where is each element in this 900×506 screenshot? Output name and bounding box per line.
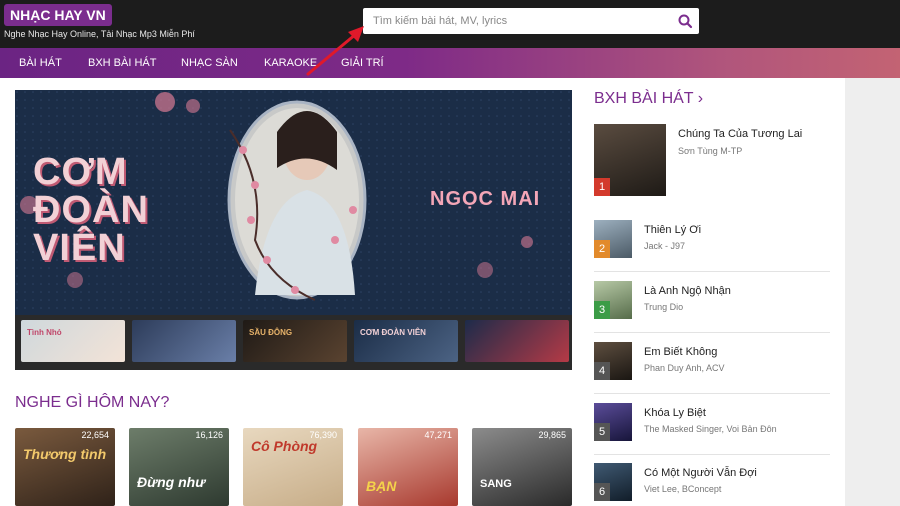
rank-badge: 5: [594, 423, 610, 441]
today-card-2[interactable]: 16,126 Đừng như: [129, 428, 229, 506]
play-count: 47,271: [424, 430, 452, 440]
banner-thumb-5[interactable]: [465, 320, 569, 362]
featured-banner[interactable]: CƠM ĐOÀN VIÊN NGỌC MAI: [15, 90, 572, 315]
banner-thumb-3[interactable]: SẦU ĐÔNG: [243, 320, 347, 362]
rank-badge: 6: [594, 483, 610, 501]
chart-item[interactable]: 4 Em Biết Không Phan Duy Anh, ACV: [594, 342, 830, 394]
main-content: CƠM ĐOÀN VIÊN NGỌC MAI Tình Nhỏ SẦU ĐÔNG…: [0, 78, 845, 506]
rank-badge: 4: [594, 362, 610, 380]
song-name[interactable]: Có Một Người Vẫn Đợi: [644, 467, 757, 479]
nav-item-bai-hat[interactable]: BÀI HÁT: [19, 48, 62, 78]
chart-item[interactable]: 6 Có Một Người Vẫn Đợi Viet Lee, BConcep…: [594, 463, 830, 506]
banner-thumbnail-strip: Tình Nhỏ SẦU ĐÔNG CƠM ĐOÀN VIÊN: [15, 315, 572, 370]
chart-item[interactable]: 1 Chúng Ta Của Tương Lai Sơn Tùng M-TP: [594, 124, 830, 204]
search-input[interactable]: [373, 12, 663, 30]
banner-title-line-2: ĐOÀN: [33, 189, 149, 231]
banner-thumb-1[interactable]: Tình Nhỏ: [21, 320, 125, 362]
song-thumbnail: 3: [594, 281, 632, 319]
today-card-5[interactable]: 29,865 SANG: [472, 428, 572, 506]
banner-thumb-4[interactable]: CƠM ĐOÀN VIÊN: [354, 320, 458, 362]
today-section-title[interactable]: NGHE GÌ HÔM NAY?: [15, 394, 169, 412]
banner-title-line-3: VIÊN: [33, 227, 126, 269]
song-artist[interactable]: Viet Lee, BConcept: [644, 484, 721, 494]
play-count: 22,654: [81, 430, 109, 440]
chart-item[interactable]: 3 Là Anh Ngộ Nhận Trung Dio: [594, 281, 830, 333]
song-artist[interactable]: The Masked Singer, Voi Bản Đôn: [644, 424, 777, 434]
song-name[interactable]: Thiên Lý Ơi: [644, 224, 701, 236]
today-card-3[interactable]: 76,390 Cô Phòng: [243, 428, 343, 506]
song-thumbnail: 4: [594, 342, 632, 380]
nav-item-bxh-bai-hat[interactable]: BXH BÀI HÁT: [88, 48, 156, 78]
song-thumbnail: 2: [594, 220, 632, 258]
song-name[interactable]: Khóa Ly Biệt: [644, 407, 706, 419]
chevron-right-icon: ›: [697, 90, 704, 107]
play-count: 16,126: [195, 430, 223, 440]
search-icon[interactable]: [677, 13, 693, 29]
rank-badge: 3: [594, 301, 610, 319]
site-tagline: Nghe Nhạc Hay Online, Tải Nhạc Mp3 Miễn …: [4, 29, 195, 39]
song-thumbnail: 6: [594, 463, 632, 501]
bxh-title[interactable]: BXH BÀI HÁT ›: [594, 90, 703, 108]
annotation-arrow-icon: [306, 26, 364, 76]
today-card-1[interactable]: 22,654 Thương tình: [15, 428, 115, 506]
play-count: 29,865: [538, 430, 566, 440]
banner-artist-name: NGỌC MAI: [430, 188, 541, 210]
nav-item-nhac-san[interactable]: NHẠC SÀN: [181, 48, 238, 78]
song-thumbnail: 1: [594, 124, 666, 196]
song-artist[interactable]: Jack - J97: [644, 241, 685, 251]
song-thumbnail: 5: [594, 403, 632, 441]
rank-badge: 2: [594, 240, 610, 258]
song-artist[interactable]: Phan Duy Anh, ACV: [644, 363, 725, 373]
chart-item[interactable]: 5 Khóa Ly Biệt The Masked Singer, Voi Bả…: [594, 403, 830, 455]
site-header: NHẠC HAY VN Nghe Nhạc Hay Online, Tải Nh…: [0, 0, 900, 48]
search-box: [363, 8, 699, 34]
song-name[interactable]: Em Biết Không: [644, 346, 717, 358]
site-logo[interactable]: NHẠC HAY VN: [4, 4, 112, 26]
banner-title-line-1: CƠM: [33, 151, 128, 193]
song-name[interactable]: Là Anh Ngộ Nhận: [644, 285, 731, 297]
song-name[interactable]: Chúng Ta Của Tương Lai: [678, 128, 802, 140]
today-card-4[interactable]: 47,271 BẠN: [358, 428, 458, 506]
banner-thumb-2[interactable]: [132, 320, 236, 362]
main-nav: BÀI HÁT BXH BÀI HÁT NHẠC SÀN KARAOKE GIẢ…: [0, 48, 900, 78]
song-artist[interactable]: Sơn Tùng M-TP: [678, 146, 742, 156]
chart-item[interactable]: 2 Thiên Lý Ơi Jack - J97: [594, 220, 830, 272]
song-artist[interactable]: Trung Dio: [644, 302, 683, 312]
rank-badge: 1: [594, 178, 610, 196]
